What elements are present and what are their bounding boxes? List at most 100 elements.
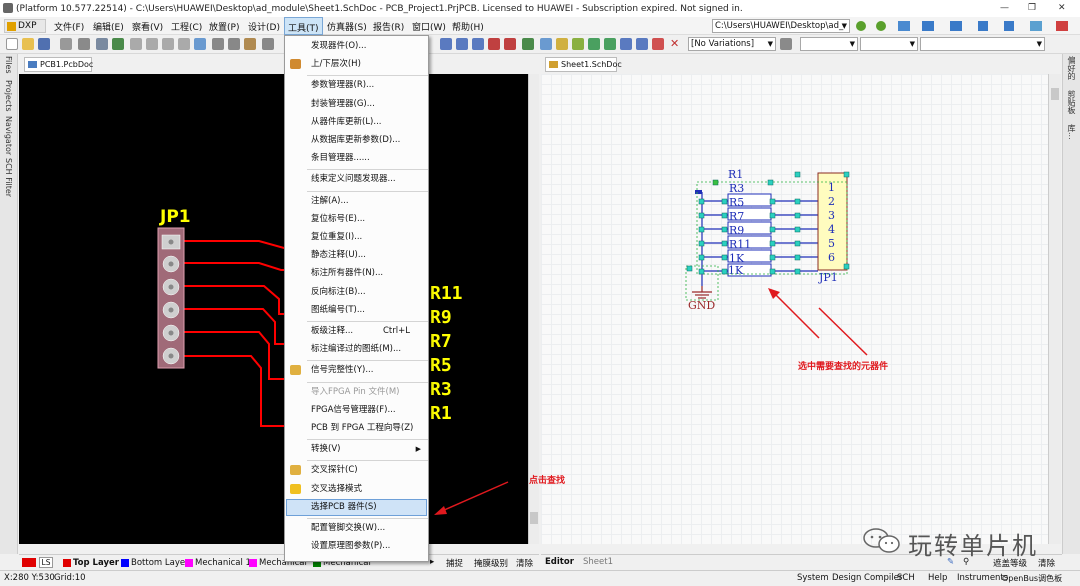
openbus-palette-button[interactable]: OpenBus调色板 (1002, 573, 1062, 584)
bus-icon[interactable] (456, 38, 468, 50)
menu-view[interactable]: 察看(V) (132, 20, 163, 33)
menu-edit[interactable]: 编辑(E) (93, 20, 124, 33)
menu-tools[interactable]: 工具(T) (284, 17, 323, 35)
tools-menu-item[interactable]: 复位重复(I)... (286, 229, 427, 246)
tools-menu-item[interactable]: 复位标号(E)... (286, 211, 427, 228)
sheet-symbol-icon[interactable] (540, 38, 552, 50)
tools-menu-item[interactable]: 线束定义问题发现器... (286, 171, 427, 188)
tools-menu-item[interactable]: 标注所有器件(N)... (286, 265, 427, 282)
tools-menu-item[interactable]: FPGA信号管理器(F)... (286, 402, 427, 419)
tools-menu-item[interactable]: 设置原理图参数(P)... (286, 538, 427, 555)
instruments-button[interactable]: Instruments (957, 573, 1008, 583)
chart-icon[interactable] (922, 21, 934, 31)
deselect-icon[interactable] (178, 38, 190, 50)
menu-reports[interactable]: 报告(R) (373, 20, 404, 33)
device-sheet-icon[interactable] (572, 38, 584, 50)
port-icon[interactable] (588, 38, 600, 50)
new-file-icon[interactable] (6, 38, 18, 50)
home-icon[interactable] (898, 21, 910, 31)
select-move-icon[interactable] (162, 38, 174, 50)
mask-level-button[interactable]: 掩膜级别 (474, 557, 508, 569)
tools-menu-item[interactable]: 注解(A)... (286, 193, 427, 210)
tools-menu-item[interactable]: 从器件库更新(L)... (286, 114, 427, 131)
clipboard-tab[interactable]: 剪贴板 (1066, 90, 1077, 114)
menu-design[interactable]: 设计(D) (248, 20, 280, 33)
layer-scroll-button[interactable]: ▸ (430, 557, 434, 567)
tools-menu-item[interactable]: 交叉选择模式 (286, 481, 427, 498)
navigate-forward-icon[interactable] (876, 21, 886, 31)
grid-icon[interactable] (1030, 21, 1042, 31)
open-folder-icon[interactable] (22, 38, 34, 50)
cross-probe-icon[interactable] (194, 38, 206, 50)
dxp-menu-button[interactable]: DXP (4, 19, 46, 33)
help-panel-button[interactable]: Help (928, 573, 947, 583)
maximize-button[interactable]: ❐ (1028, 3, 1036, 13)
menu-project[interactable]: 工程(C) (171, 20, 202, 33)
projects-tab[interactable]: Projects (4, 80, 13, 112)
net-label-icon[interactable] (472, 38, 484, 50)
sheet-entry-icon[interactable] (556, 38, 568, 50)
paste-icon[interactable] (244, 38, 256, 50)
tools-menu-item[interactable]: 选择PCB 器件(S) (286, 498, 427, 516)
zoom-fit-icon[interactable] (112, 38, 124, 50)
sch-document-tab[interactable]: Sheet1.SchDoc (545, 57, 622, 72)
filter-combo-1[interactable]: ▼ (800, 37, 858, 51)
sch-filter-tab[interactable]: SCH Filter (4, 158, 13, 197)
scroll-thumb[interactable] (530, 512, 538, 524)
scroll-thumb[interactable] (1051, 88, 1059, 100)
gnd-power-icon[interactable] (488, 38, 500, 50)
menu-file[interactable]: 文件(F) (54, 20, 84, 33)
select-inside-icon[interactable] (146, 38, 158, 50)
arrow-up-icon[interactable] (1004, 21, 1014, 31)
tools-menu-item[interactable]: 从数据库更新参数(D)... (286, 132, 427, 149)
vcc-power-icon[interactable] (504, 38, 516, 50)
tools-menu-item[interactable]: 配置管脚交换(W)... (286, 520, 427, 537)
sheet-tab[interactable]: Sheet1 (583, 557, 613, 567)
tools-menu-item[interactable]: 上/下层次(H) (286, 56, 427, 73)
harness-icon[interactable] (604, 38, 616, 50)
pcb-document-tab[interactable]: PCB1.PcbDoc (24, 57, 93, 72)
cut-icon[interactable] (212, 38, 224, 50)
close-button[interactable]: ✕ (1058, 3, 1066, 13)
hash-icon[interactable] (1056, 21, 1068, 31)
tools-menu-item[interactable]: 导入FPGA Pin 文件(M) (286, 384, 427, 401)
variations-combo[interactable]: [No Variations] ▼ (688, 37, 776, 51)
arrow-down-icon[interactable] (978, 21, 988, 31)
menu-place[interactable]: 放置(P) (209, 20, 239, 33)
layer-tab-mech1[interactable]: Mechanical 1 (185, 558, 251, 568)
tools-menu-item[interactable]: 交叉探针(C) (286, 462, 427, 479)
zoom-icon[interactable] (96, 38, 108, 50)
clear-button[interactable]: 清除 (516, 557, 533, 569)
pcb-canvas[interactable]: JP1 R11 R9 R7 R5 R3 R1 (19, 74, 528, 544)
tools-menu-item[interactable]: 反向标注(B)... (286, 284, 427, 301)
sch-panel-button[interactable]: SCH (897, 573, 915, 583)
navigate-back-icon[interactable] (856, 21, 866, 31)
layer-tab-top[interactable]: Top Layer (63, 558, 119, 568)
navigator-tab[interactable]: Navigator (4, 116, 13, 155)
tools-menu-item[interactable]: 转换(V) ▶ (286, 441, 427, 458)
filter-combo-2[interactable]: ▼ (860, 37, 918, 51)
tools-menu-item[interactable]: 封装管理器(G)... (286, 96, 427, 113)
tools-menu-item[interactable]: 信号完整性(Y)... (286, 362, 427, 379)
place-part-icon[interactable] (522, 38, 534, 50)
sch-vertical-scrollbar[interactable] (1048, 74, 1061, 544)
tools-menu-item[interactable]: 板级注释... Ctrl+L (286, 323, 427, 340)
layer-tab-bottom[interactable]: Bottom Layer (121, 558, 189, 568)
favorites-tab[interactable]: 偏好的 (1066, 56, 1077, 80)
system-panel-button[interactable]: System (797, 573, 829, 583)
directive-icon[interactable] (652, 38, 664, 50)
tools-menu-item[interactable]: 条目管理器...... (286, 150, 427, 167)
align-icon[interactable] (950, 21, 962, 31)
print-preview-icon[interactable] (78, 38, 90, 50)
wire-icon[interactable] (440, 38, 452, 50)
design-compiler-button[interactable]: Design Compiler (832, 573, 902, 583)
editor-tab[interactable]: Editor (545, 557, 574, 567)
tools-menu-item[interactable]: 发现器件(O)... (286, 38, 427, 55)
rubber-stamp-icon[interactable] (262, 38, 274, 50)
copy-icon[interactable] (228, 38, 240, 50)
menu-window[interactable]: 窗口(W) (412, 20, 446, 33)
current-layer-swatch[interactable] (22, 558, 36, 567)
snap-button[interactable]: 捕捉 (446, 557, 463, 569)
select-area-icon[interactable] (130, 38, 142, 50)
tools-menu-item[interactable]: 静态注释(U)... (286, 247, 427, 264)
